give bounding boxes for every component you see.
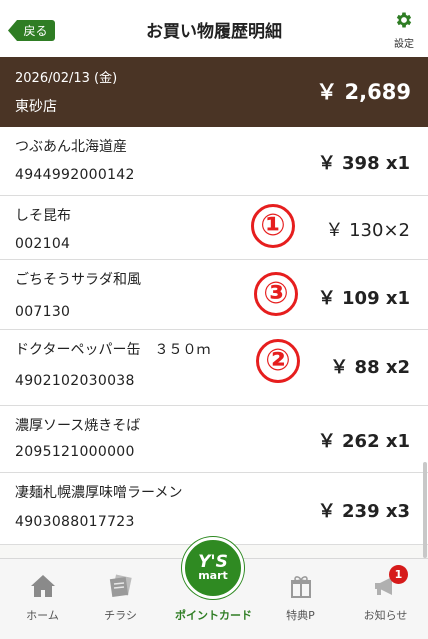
page-title: お買い物履歴明細 — [146, 22, 282, 42]
home-icon — [30, 573, 56, 599]
list-item: つぶあん北海道産 4944992000142 ￥ 398 x1 — [0, 127, 428, 196]
item-price: ￥ 88 x2 — [330, 357, 410, 378]
list-item: 凄麺札幌濃厚味噌ラーメン 4903088017723 ￥ 239 x3 — [0, 473, 428, 545]
tab-flyer[interactable]: チラシ — [78, 559, 163, 639]
item-code: 4944992000142 — [15, 167, 135, 183]
logo-text-bottom: mart — [198, 569, 228, 582]
item-name: ドクターペッパー缶 ３５０ｍ — [15, 342, 211, 358]
tab-home[interactable]: ホーム — [0, 559, 85, 639]
item-code: 4903088017723 — [15, 514, 135, 530]
item-code: 002104 — [15, 236, 71, 252]
item-code: 2095121000000 — [15, 444, 135, 460]
receipt-date: 2026/02/13 (金) — [15, 71, 118, 86]
item-price: ￥ 130×2 — [325, 220, 410, 241]
list-item: しそ昆布 002104 ① ￥ 130×2 — [0, 196, 428, 260]
ys-mart-logo[interactable]: Y'S mart — [182, 537, 244, 599]
list-item: 濃厚ソース焼きそば 2095121000000 ￥ 262 x1 — [0, 406, 428, 473]
tab-benefits[interactable]: 特典P — [258, 559, 343, 639]
item-price: ￥ 262 x1 — [317, 431, 410, 452]
item-name: ごちそうサラダ和風 — [15, 272, 141, 288]
tab-label: お知らせ — [363, 609, 408, 622]
list-item: ドクターペッパー缶 ３５０ｍ 4902102030038 ② ￥ 88 x2 — [0, 330, 428, 406]
item-price: ￥ 398 x1 — [317, 153, 410, 174]
annotation-mark: ③ — [254, 272, 298, 316]
scrollbar[interactable] — [423, 462, 427, 558]
notification-badge: 1 — [389, 565, 408, 584]
tab-label: 特典P — [286, 609, 315, 622]
tab-label: ポイントカード — [175, 609, 252, 622]
item-name: 凄麺札幌濃厚味噌ラーメン — [15, 485, 183, 501]
purchase-item-list: つぶあん北海道産 4944992000142 ￥ 398 x1 しそ昆布 002… — [0, 127, 428, 545]
app-header: 戻る お買い物履歴明細 設定 — [0, 0, 428, 58]
item-price: ￥ 239 x3 — [317, 501, 410, 522]
settings-button[interactable]: 設定 — [386, 10, 422, 54]
item-price: ￥ 109 x1 — [317, 288, 410, 309]
list-item: ごちそうサラダ和風 007130 ③ ￥ 109 x1 — [0, 260, 428, 330]
tab-notifications[interactable]: お知らせ — [343, 559, 428, 639]
receipt-summary: 2026/02/13 (金) 東砂店 ￥ 2,689 — [0, 57, 428, 127]
store-name: 東砂店 — [15, 99, 57, 115]
bottom-tab-bar: ホーム チラシ ポイントカード Y'S mart 特典P お知らせ 1 — [0, 537, 428, 639]
gear-icon — [394, 10, 414, 34]
item-name: 濃厚ソース焼きそば — [15, 418, 141, 434]
annotation-mark: ① — [251, 204, 295, 248]
tab-label: ホーム — [26, 609, 59, 622]
logo-text-top: Y'S — [198, 552, 228, 572]
annotation-mark: ② — [256, 339, 300, 383]
item-code: 007130 — [15, 304, 71, 320]
receipt-total: ￥ 2,689 — [316, 80, 411, 104]
item-code: 4902102030038 — [15, 373, 135, 389]
item-name: しそ昆布 — [15, 208, 71, 224]
tab-label: チラシ — [104, 609, 137, 622]
gift-icon — [289, 573, 313, 599]
flyer-icon — [108, 573, 134, 599]
item-name: つぶあん北海道産 — [15, 139, 127, 155]
settings-label: 設定 — [394, 39, 414, 50]
